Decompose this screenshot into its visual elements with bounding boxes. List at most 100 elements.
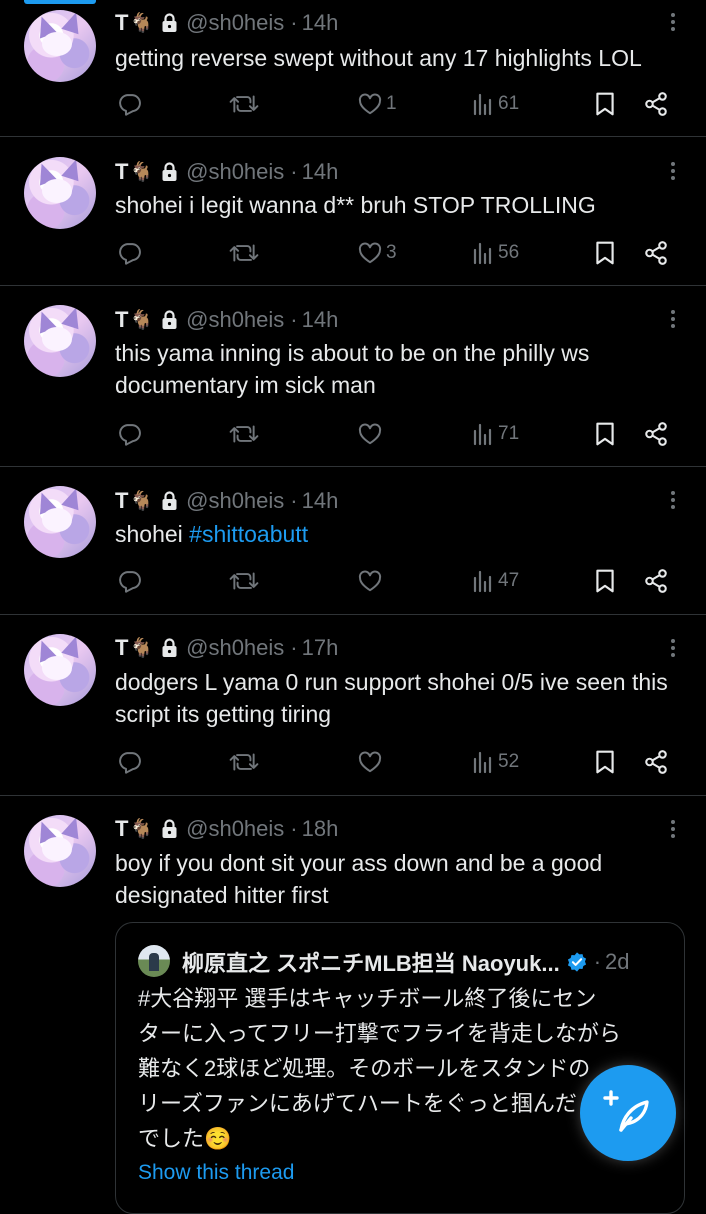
goat-emoji: 🐐 <box>129 491 154 512</box>
reply-button[interactable] <box>117 89 143 119</box>
share-button[interactable] <box>643 89 669 119</box>
timestamp[interactable]: 14h <box>302 307 339 333</box>
retweet-button[interactable] <box>229 747 259 777</box>
avatar[interactable] <box>24 305 96 377</box>
handle[interactable]: @sh0heis <box>186 488 284 514</box>
retweet-button[interactable] <box>229 89 259 119</box>
retweet-button[interactable] <box>229 566 259 596</box>
retweet-button[interactable] <box>229 238 259 268</box>
bookmark-button[interactable] <box>593 747 617 777</box>
avatar[interactable] <box>24 157 96 229</box>
quoted-tweet-card[interactable]: 柳原直之 スポニチMLB担当 Naoyuk... · 2d #大谷翔平 選手はキ… <box>115 922 685 1214</box>
timestamp[interactable]: 14h <box>302 10 339 36</box>
hashtag-link[interactable]: #shittoabutt <box>189 521 308 547</box>
handle[interactable]: @sh0heis <box>186 159 284 185</box>
avatar[interactable] <box>24 634 96 706</box>
timestamp[interactable]: 17h <box>302 635 339 661</box>
views-button[interactable]: 61 <box>471 89 519 119</box>
reply-button[interactable] <box>117 419 143 449</box>
display-name[interactable]: T <box>115 816 128 842</box>
separator-dot: · <box>290 10 298 35</box>
reply-button[interactable] <box>117 238 143 268</box>
share-icon <box>645 569 667 593</box>
tweet-text: dodgers L yama 0 run support shohei 0/5 … <box>115 669 668 727</box>
compose-button[interactable] <box>580 1065 676 1161</box>
handle[interactable]: @sh0heis <box>186 635 284 661</box>
tweet[interactable]: T 🐐 @sh0heis · 17h dodgers L yama 0 run … <box>0 615 706 796</box>
bookmark-button[interactable] <box>593 419 617 449</box>
compose-icon <box>603 1090 649 1132</box>
more-options-icon[interactable] <box>670 307 676 331</box>
quoted-avatar[interactable] <box>138 945 170 977</box>
show-thread-link[interactable]: Show this thread <box>138 1161 294 1185</box>
handle[interactable]: @sh0heis <box>186 10 284 36</box>
quoted-display-name[interactable]: 柳原直之 スポニチMLB担当 Naoyuk... <box>182 946 560 978</box>
reply-button[interactable] <box>117 747 143 777</box>
like-button[interactable] <box>357 747 386 777</box>
tweet-actions: 3 56 <box>115 238 675 268</box>
lock-icon <box>162 13 177 32</box>
tweet[interactable]: T 🐐 @sh0heis · 14h shohei #shittoabutt 4… <box>0 467 706 615</box>
display-name[interactable]: T <box>115 488 128 514</box>
retweet-button[interactable] <box>229 419 259 449</box>
reply-icon <box>119 571 141 593</box>
share-button[interactable] <box>643 419 669 449</box>
timestamp[interactable]: 18h <box>302 816 339 842</box>
tweet-text-prefix: shohei <box>115 521 190 547</box>
view-count: 61 <box>498 93 520 114</box>
goat-emoji: 🐐 <box>129 310 154 331</box>
views-button[interactable]: 52 <box>471 747 519 777</box>
views-button[interactable]: 56 <box>471 238 519 268</box>
bookmark-button[interactable] <box>593 566 617 596</box>
avatar[interactable] <box>24 10 96 82</box>
lock-icon <box>162 491 177 510</box>
bookmark-button[interactable] <box>593 238 617 268</box>
retweet-icon <box>229 753 259 771</box>
timestamp[interactable]: 14h <box>302 159 339 185</box>
tweet[interactable]: T 🐐 @sh0heis · 14h this yama inning is a… <box>0 286 706 467</box>
tweet[interactable]: T 🐐 @sh0heis · 14h getting reverse swept… <box>0 0 706 137</box>
avatar[interactable] <box>24 486 96 558</box>
display-name[interactable]: T <box>115 307 128 333</box>
display-name[interactable]: T <box>115 10 128 36</box>
more-options-icon[interactable] <box>670 488 676 512</box>
reply-button[interactable] <box>117 566 143 596</box>
like-button[interactable]: 3 <box>357 238 397 268</box>
share-button[interactable] <box>643 566 669 596</box>
like-button[interactable]: 1 <box>357 89 397 119</box>
avatar[interactable] <box>24 815 96 887</box>
more-options-icon[interactable] <box>670 159 676 183</box>
tweet-actions: 71 <box>115 419 675 449</box>
heart-icon <box>358 242 382 264</box>
handle[interactable]: @sh0heis <box>186 307 284 333</box>
retweet-icon <box>229 572 259 590</box>
display-name[interactable]: T <box>115 159 128 185</box>
display-name[interactable]: T <box>115 635 128 661</box>
reply-icon <box>119 424 141 446</box>
separator-dot: · <box>290 488 298 513</box>
share-icon <box>645 92 667 116</box>
like-button[interactable] <box>357 566 386 596</box>
quoted-text-line: 難なく2球ほど処理。そのボールをスタンドの <box>138 1056 591 1081</box>
timestamp[interactable]: 14h <box>302 488 339 514</box>
handle[interactable]: @sh0heis <box>186 816 284 842</box>
like-button[interactable] <box>357 419 386 449</box>
goat-emoji: 🐐 <box>129 819 154 840</box>
quoted-hashtag[interactable]: #大谷翔平 選手はキャッチボール終了後にセン <box>138 986 596 1011</box>
more-options-icon[interactable] <box>670 817 676 841</box>
like-count: 1 <box>386 93 397 114</box>
more-options-icon[interactable] <box>670 636 676 660</box>
views-button[interactable]: 71 <box>471 419 519 449</box>
more-options-icon[interactable] <box>670 10 676 34</box>
tweet[interactable]: T 🐐 @sh0heis · 14h shohei i legit wanna … <box>0 137 706 286</box>
heart-icon <box>358 570 382 592</box>
retweet-icon <box>229 95 259 113</box>
goat-emoji: 🐐 <box>129 13 154 34</box>
share-button[interactable] <box>643 238 669 268</box>
bookmark-icon <box>596 241 614 265</box>
quoted-timestamp[interactable]: 2d <box>605 949 629 975</box>
lock-icon <box>162 819 177 838</box>
views-button[interactable]: 47 <box>471 566 519 596</box>
bookmark-button[interactable] <box>593 89 617 119</box>
share-button[interactable] <box>643 747 669 777</box>
